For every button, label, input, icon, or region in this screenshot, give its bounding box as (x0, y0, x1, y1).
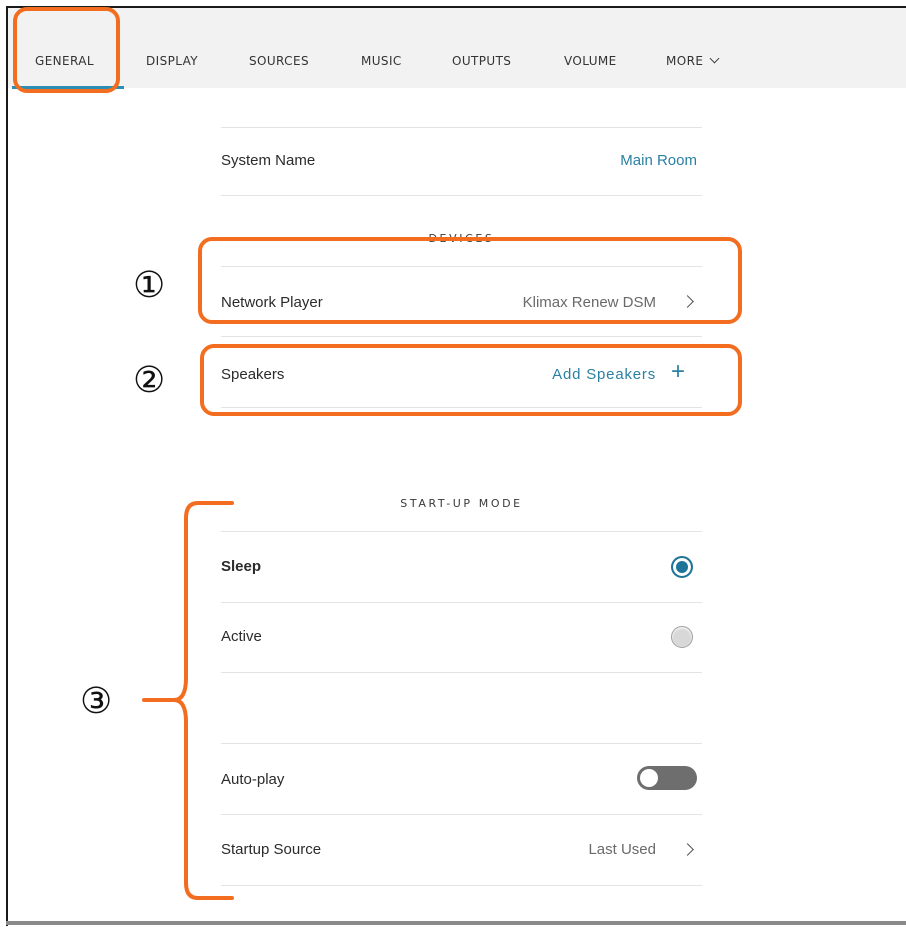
callout-network-player (198, 237, 742, 324)
tab-bar: GENERAL DISPLAY SOURCES MUSIC OUTPUTS VO… (8, 8, 906, 88)
tab-more-label: MORE (666, 54, 704, 68)
callout-speakers (200, 344, 742, 416)
divider (221, 336, 702, 337)
divider (221, 672, 702, 673)
system-name-label: System Name (221, 152, 316, 169)
auto-play-toggle[interactable] (637, 766, 697, 790)
tab-display[interactable]: DISPLAY (146, 54, 198, 68)
tab-volume[interactable]: VOLUME (564, 54, 617, 68)
startup-source-value: Last Used (588, 841, 656, 858)
chevron-down-icon (709, 53, 720, 64)
bottom-edge (6, 921, 906, 925)
marker-1: ① (133, 265, 166, 306)
tab-music[interactable]: MUSIC (361, 54, 402, 68)
tab-sources[interactable]: SOURCES (249, 54, 309, 68)
divider (221, 602, 702, 603)
divider (221, 531, 702, 532)
startup-mode-heading: START-UP MODE (400, 497, 523, 510)
divider (221, 885, 702, 886)
callout-general-tab (13, 7, 120, 93)
system-name-value[interactable]: Main Room (620, 152, 697, 169)
tab-more[interactable]: MORE (666, 53, 720, 68)
tab-outputs[interactable]: OUTPUTS (452, 54, 511, 68)
marker-2: ② (133, 360, 166, 401)
divider (221, 814, 702, 815)
divider (221, 195, 702, 196)
divider (221, 743, 702, 744)
sleep-radio[interactable] (671, 556, 693, 578)
callout-brace (142, 501, 234, 900)
active-radio[interactable] (671, 626, 693, 648)
divider (221, 127, 702, 128)
toggle-knob (640, 769, 658, 787)
marker-3: ③ (80, 681, 113, 722)
